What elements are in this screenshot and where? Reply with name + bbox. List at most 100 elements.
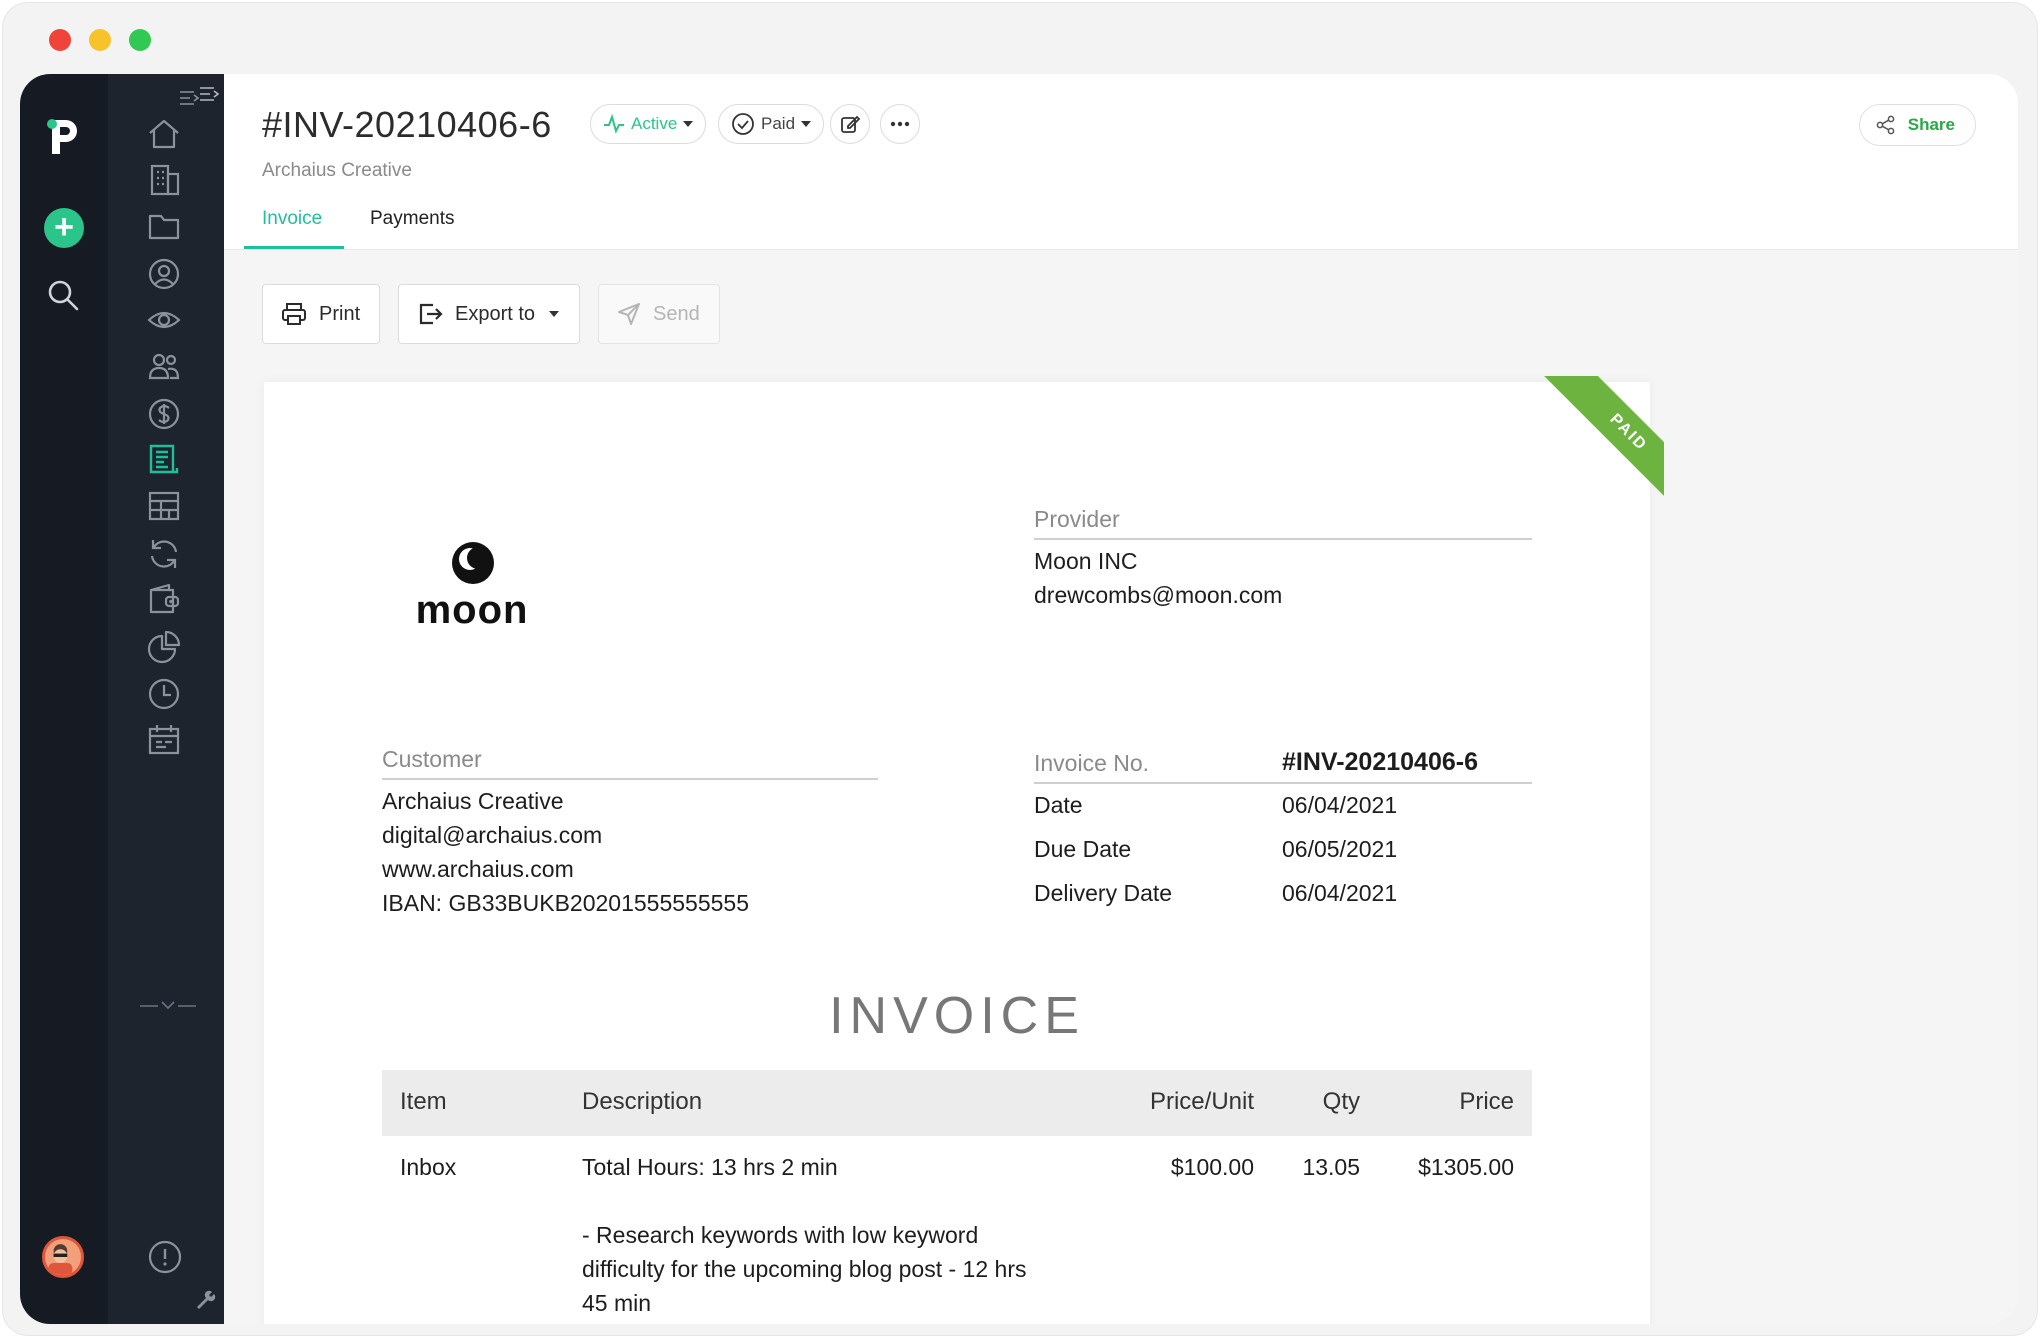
- pie-chart-icon: [147, 630, 181, 664]
- sidebar-item-wallet[interactable]: [144, 580, 184, 620]
- provider-email: drewcombs@moon.com: [1034, 582, 1283, 608]
- send-icon: [618, 303, 640, 325]
- due-date-value: 06/05/2021: [1282, 836, 1398, 862]
- primary-rail: +: [20, 74, 108, 1324]
- sidebar-item-home[interactable]: [144, 114, 184, 154]
- user-avatar[interactable]: [42, 1236, 84, 1278]
- sidebar-item-reports[interactable]: [144, 486, 184, 526]
- share-button[interactable]: Share: [1858, 104, 1976, 146]
- send-button[interactable]: Send: [598, 284, 720, 344]
- active-tab-indicator: [244, 246, 344, 249]
- export-icon: [419, 303, 443, 325]
- invoice-no-value: #INV-20210406-6: [1282, 748, 1478, 776]
- create-new-button[interactable]: +: [44, 208, 84, 248]
- sidebar-item-contacts[interactable]: [144, 254, 184, 294]
- status-label: Active: [631, 114, 678, 133]
- column-description: Description: [582, 1088, 703, 1115]
- row-price-unit: $100.00: [1170, 1154, 1254, 1180]
- send-label: Send: [653, 302, 700, 325]
- folder-icon: [148, 214, 180, 240]
- chevron-down-icon: [549, 311, 560, 317]
- page-title: #INV-20210406-6: [262, 104, 552, 145]
- sidebar-item-analytics[interactable]: [144, 626, 184, 666]
- app-window: + #INV-20210406-6 Active Paid Archaius C…: [20, 74, 2018, 1324]
- customer-email: digital@archaius.com: [382, 822, 603, 848]
- people-icon: [148, 353, 180, 380]
- sidebar-item-recurring[interactable]: [144, 534, 184, 574]
- wallet-icon: [149, 583, 180, 614]
- sidebar-item-team[interactable]: [144, 346, 184, 386]
- more-options-button[interactable]: [880, 104, 920, 144]
- provider-divider: [1034, 538, 1532, 540]
- status-dropdown[interactable]: Active: [590, 104, 707, 144]
- delivery-date-value: 06/04/2021: [1282, 880, 1398, 906]
- row-detail-line: 45 min: [582, 1290, 652, 1316]
- due-date-label: Due Date: [1034, 836, 1132, 862]
- meta-divider: [1034, 782, 1532, 784]
- date-value: 06/04/2021: [1282, 792, 1398, 818]
- customer-label: Customer: [382, 746, 482, 772]
- minimize-window-dot[interactable]: [89, 29, 111, 51]
- page-header: #INV-20210406-6 Active Paid Archaius Cre…: [224, 74, 2018, 250]
- provider-label: Provider: [1034, 506, 1120, 532]
- sidebar-item-companies[interactable]: [144, 160, 184, 200]
- logo-text: moon: [415, 588, 529, 632]
- dollar-icon: [148, 398, 180, 430]
- main-area: #INV-20210406-6 Active Paid Archaius Cre…: [200, 74, 2018, 1324]
- chevron-down-icon: [683, 121, 694, 127]
- search-icon[interactable]: [46, 278, 80, 312]
- column-qty: Qty: [1322, 1088, 1360, 1115]
- chevron-down-icon: [801, 121, 812, 127]
- row-qty: 13.05: [1302, 1154, 1360, 1180]
- sidebar-item-calendar[interactable]: [144, 720, 184, 760]
- paid-ribbon-label: PAID: [1543, 376, 1664, 516]
- info-icon[interactable]: [146, 1238, 184, 1276]
- share-label: Share: [1907, 115, 1955, 134]
- settings-wrench-icon[interactable]: [196, 1290, 218, 1312]
- home-icon: [149, 119, 179, 149]
- customer-website: www.archaius.com: [382, 856, 574, 882]
- sidebar-item-projects[interactable]: [144, 206, 184, 246]
- close-window-dot[interactable]: [49, 29, 71, 51]
- invoice-content: Print Export to Send PAID moon Provider …: [224, 250, 2018, 1324]
- moon-logo-icon: [452, 542, 494, 584]
- customer-iban: IBAN: GB33BUKB20201555555555: [382, 890, 749, 916]
- column-price-unit: Price/Unit: [1149, 1088, 1254, 1115]
- more-horizontal-icon: [890, 121, 910, 127]
- invoice-document: PAID moon Provider Moon INC drewcombs@mo…: [264, 376, 1664, 1324]
- app-logo-icon[interactable]: [44, 114, 84, 158]
- column-item: Item: [400, 1088, 447, 1115]
- user-circle-icon: [148, 258, 180, 290]
- tab-payments[interactable]: Payments: [370, 208, 454, 230]
- clock-icon: [148, 678, 180, 710]
- activity-icon: [604, 113, 624, 134]
- items-table-header: Item Description Price/Unit Qty Price: [382, 1070, 1532, 1136]
- row-detail-line: difficulty for the upcoming blog post - …: [582, 1256, 1027, 1282]
- provider-name: Moon INC: [1034, 548, 1138, 574]
- expand-panel-icon[interactable]: [198, 84, 220, 104]
- printer-icon: [282, 303, 306, 325]
- sidebar-item-watch[interactable]: [144, 300, 184, 340]
- edit-icon: [841, 115, 861, 133]
- customer-name: Archaius Creative: [382, 788, 564, 814]
- row-detail-line: - Research keywords with low keyword: [582, 1222, 979, 1248]
- expand-more-icon[interactable]: [138, 996, 198, 1016]
- tab-invoice[interactable]: Invoice: [262, 208, 322, 230]
- print-button[interactable]: Print: [262, 284, 380, 344]
- eye-icon: [147, 311, 181, 329]
- sidebar-item-invoices[interactable]: [144, 440, 184, 480]
- sidebar-item-time[interactable]: [144, 674, 184, 714]
- export-dropdown[interactable]: Export to: [398, 284, 580, 344]
- row-price: $1305.00: [1418, 1154, 1514, 1180]
- refresh-icon: [150, 540, 178, 568]
- invoice-no-label: Invoice No.: [1034, 750, 1150, 776]
- row-item: Inbox: [400, 1154, 457, 1180]
- maximize-window-dot[interactable]: [129, 29, 151, 51]
- row-description: Total Hours: 13 hrs 2 min: [582, 1154, 838, 1180]
- check-circle-icon: [732, 113, 754, 135]
- collapse-sidebar-icon[interactable]: [178, 88, 200, 108]
- edit-button[interactable]: [830, 104, 870, 144]
- payment-status-dropdown[interactable]: Paid: [718, 104, 825, 144]
- client-subtitle: Archaius Creative: [262, 160, 412, 181]
- sidebar-item-finance[interactable]: [144, 394, 184, 434]
